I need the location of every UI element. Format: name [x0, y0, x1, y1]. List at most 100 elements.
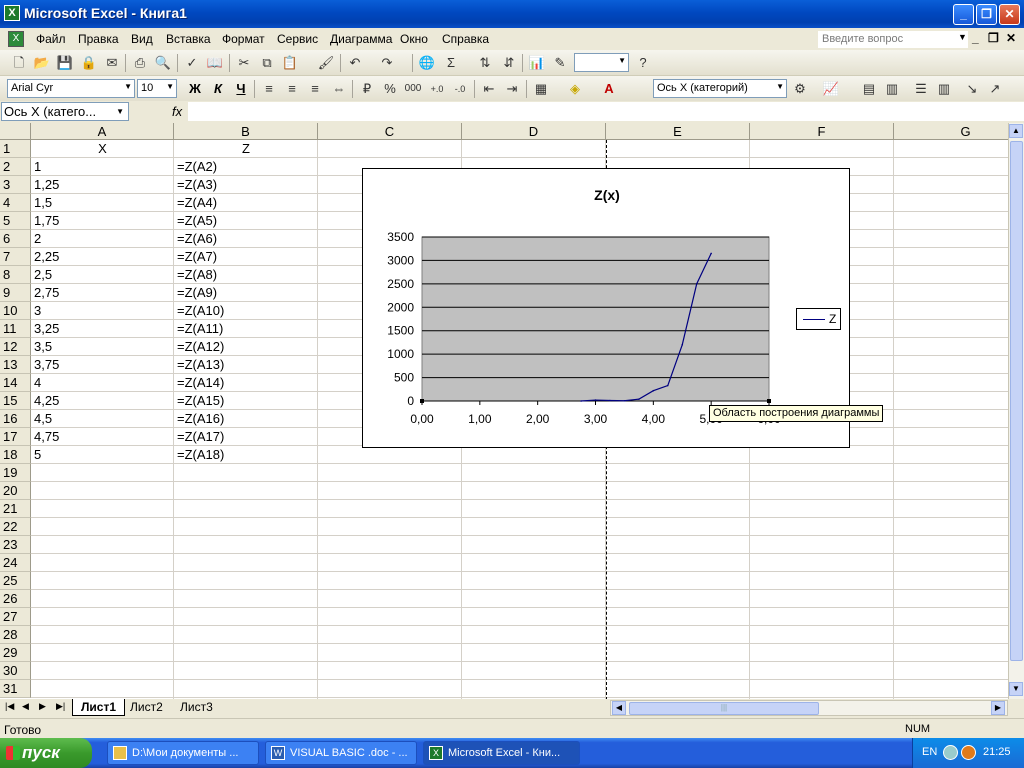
row-header[interactable]: 23	[0, 536, 31, 554]
vertical-scroll-thumb[interactable]	[1010, 141, 1023, 661]
redo-icon[interactable]: ↷	[378, 54, 396, 72]
menu-format[interactable]: Формат	[222, 32, 265, 46]
scroll-down-icon[interactable]: ▼	[1009, 682, 1023, 696]
decrease-indent-icon[interactable]: ⇤	[480, 80, 498, 98]
spelling-icon[interactable]: ✓	[183, 54, 201, 72]
menu-chart[interactable]: Диаграмма	[330, 32, 392, 46]
data-table-icon[interactable]: ▥	[883, 80, 901, 98]
angle-text-down-icon[interactable]: ↘	[963, 80, 981, 98]
increase-decimal-icon[interactable]: +.0	[428, 80, 446, 98]
close-button[interactable]: ✕	[999, 4, 1020, 25]
cell[interactable]: 1,75	[31, 212, 174, 230]
cell[interactable]: =Z(A18)	[174, 446, 318, 464]
cell[interactable]: 2,75	[31, 284, 174, 302]
scroll-left-icon[interactable]: ◀	[612, 701, 626, 715]
open-icon[interactable]: 📂	[33, 54, 51, 72]
underline-button[interactable]: Ч	[232, 80, 250, 98]
row-header[interactable]: 5	[0, 212, 31, 230]
language-indicator[interactable]: EN	[922, 746, 937, 758]
chart-wizard-icon[interactable]: 📊	[528, 54, 546, 72]
row-header[interactable]: 2	[0, 158, 31, 176]
row-header[interactable]: 12	[0, 338, 31, 356]
menu-view[interactable]: Вид	[131, 32, 153, 46]
row-header[interactable]: 11	[0, 320, 31, 338]
cell[interactable]: =Z(A12)	[174, 338, 318, 356]
minimize-button[interactable]: _	[953, 4, 974, 25]
cell[interactable]: =Z(A5)	[174, 212, 318, 230]
row-header[interactable]: 21	[0, 500, 31, 518]
cell[interactable]: X	[31, 140, 174, 158]
bold-button[interactable]: Ж	[186, 80, 204, 98]
cell[interactable]: 4	[31, 374, 174, 392]
align-center-icon[interactable]: ≡	[283, 80, 301, 98]
doc-restore-button[interactable]: ❐	[988, 31, 999, 45]
row-header[interactable]: 25	[0, 572, 31, 590]
cell[interactable]: 2	[31, 230, 174, 248]
borders-icon[interactable]: ▦	[532, 80, 550, 98]
row-header[interactable]: 20	[0, 482, 31, 500]
cell[interactable]: 3,5	[31, 338, 174, 356]
legend-icon[interactable]: ▤	[860, 80, 878, 98]
cell[interactable]: =Z(A6)	[174, 230, 318, 248]
row-header[interactable]: 9	[0, 284, 31, 302]
row-header[interactable]: 22	[0, 518, 31, 536]
merge-center-icon[interactable]: ⇔	[330, 80, 348, 98]
research-icon[interactable]: 📖	[206, 54, 224, 72]
print-preview-icon[interactable]: 🔍	[154, 54, 172, 72]
cell[interactable]: =Z(A8)	[174, 266, 318, 284]
cell[interactable]: 1,25	[31, 176, 174, 194]
sheet-tab-1[interactable]: Лист1	[72, 699, 126, 716]
next-sheet-icon[interactable]: ▶	[39, 701, 46, 712]
format-painter-icon[interactable]: 🖌	[317, 54, 335, 72]
row-header[interactable]: 18	[0, 446, 31, 464]
cell[interactable]: Z	[174, 140, 318, 158]
cell[interactable]: =Z(A7)	[174, 248, 318, 266]
task-word[interactable]: W VISUAL BASIC .doc - ...	[265, 741, 417, 765]
align-right-icon[interactable]: ≡	[306, 80, 324, 98]
insert-function-icon[interactable]: fx	[172, 104, 182, 119]
chart-legend[interactable]: Z	[796, 308, 841, 330]
row-header[interactable]: 15	[0, 392, 31, 410]
column-header-b[interactable]: B	[174, 123, 318, 140]
chart-type-icon[interactable]: 📈	[822, 80, 840, 98]
cell[interactable]: 3,75	[31, 356, 174, 374]
by-column-icon[interactable]: ▥	[935, 80, 953, 98]
font-name-combo[interactable]: Arial Cyr ▼	[7, 79, 135, 98]
by-row-icon[interactable]: ☰	[912, 80, 930, 98]
menu-insert[interactable]: Вставка	[166, 32, 211, 46]
cell[interactable]: =Z(A9)	[174, 284, 318, 302]
tray-antivirus-icon[interactable]	[961, 745, 976, 760]
email-icon[interactable]: ✉	[103, 54, 121, 72]
percent-button[interactable]: %	[381, 80, 399, 98]
cell[interactable]: =Z(A17)	[174, 428, 318, 446]
permission-icon[interactable]: 🔒	[80, 54, 98, 72]
sort-ascending-icon[interactable]: ⇅	[476, 54, 494, 72]
cell[interactable]: 1,5	[31, 194, 174, 212]
cell[interactable]: 2,5	[31, 266, 174, 284]
row-header[interactable]: 17	[0, 428, 31, 446]
row-header[interactable]: 6	[0, 230, 31, 248]
cell[interactable]: 3,25	[31, 320, 174, 338]
name-box[interactable]: Ось X (катего... ▼	[1, 102, 129, 121]
increase-indent-icon[interactable]: ⇥	[503, 80, 521, 98]
menu-file[interactable]: Файл	[36, 32, 66, 46]
cell[interactable]: =Z(A15)	[174, 392, 318, 410]
zoom-combo[interactable]: ▼	[574, 53, 629, 72]
cell[interactable]: =Z(A2)	[174, 158, 318, 176]
thousands-button[interactable]: 000	[404, 80, 422, 98]
cell[interactable]: 1	[31, 158, 174, 176]
row-header[interactable]: 7	[0, 248, 31, 266]
format-axis-icon[interactable]: ⚙	[791, 80, 809, 98]
row-header[interactable]: 24	[0, 554, 31, 572]
cell[interactable]: 5	[31, 446, 174, 464]
first-sheet-icon[interactable]: |◀	[5, 701, 14, 712]
horizontal-scrollbar[interactable]: ◀ ||| ▶	[610, 700, 1008, 716]
save-icon[interactable]: 💾	[56, 54, 74, 72]
row-header[interactable]: 16	[0, 410, 31, 428]
column-header-f[interactable]: F	[750, 123, 894, 140]
row-header[interactable]: 29	[0, 644, 31, 662]
menu-tools[interactable]: Сервис	[277, 32, 318, 46]
cell[interactable]: 2,25	[31, 248, 174, 266]
cell[interactable]: =Z(A4)	[174, 194, 318, 212]
start-button[interactable]: пуск	[0, 738, 92, 768]
